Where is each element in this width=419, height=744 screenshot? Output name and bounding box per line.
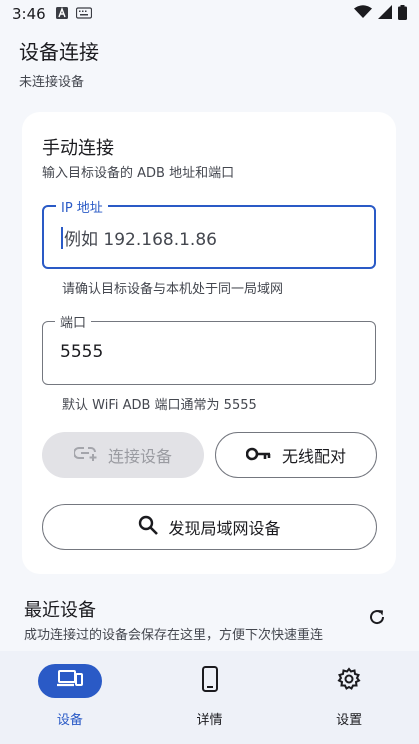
connect-device-button[interactable]: 连接设备	[42, 432, 204, 478]
status-time: 3:46	[12, 5, 46, 23]
ip-address-placeholder: 例如 192.168.1.86	[64, 230, 217, 250]
ip-address-label: IP 地址	[56, 197, 108, 216]
nav-devices-indicator	[37, 664, 102, 698]
nav-details-indicator	[178, 664, 242, 698]
manual-connect-card: 手动连接 输入目标设备的 ADB 地址和端口 IP 地址 例如 192.168.…	[22, 112, 396, 574]
recent-devices-title: 最近设备	[24, 600, 96, 621]
connection-status: 未连接设备	[19, 75, 85, 90]
nav-devices-label: 设备	[56, 713, 83, 728]
ip-address-field[interactable]: IP 地址 例如 192.168.1.86	[42, 197, 376, 269]
page-title: 设备连接	[19, 40, 99, 64]
nav-item-details[interactable]: 详情	[140, 651, 280, 744]
keyboard-icon	[75, 5, 92, 23]
recent-devices-description: 成功连接过的设备会保存在这里，方便下次快速重连	[24, 628, 324, 643]
devices-icon	[56, 669, 84, 693]
ip-address-helper: 请确认目标设备与本机处于同一局域网	[62, 282, 284, 297]
nav-item-settings[interactable]: 设置	[279, 651, 419, 744]
nav-item-devices[interactable]: 设备	[0, 651, 140, 744]
bottom-navigation: 设备 详情 设置	[0, 651, 419, 744]
nav-details-label: 详情	[196, 713, 223, 728]
key-icon	[245, 446, 272, 465]
nav-settings-indicator	[317, 664, 381, 698]
link-add-icon	[73, 445, 98, 465]
phone-icon	[201, 666, 218, 696]
discover-lan-devices-label: 发现局域网设备	[168, 519, 281, 538]
battery-icon	[398, 4, 407, 24]
port-field[interactable]: 端口 5555	[42, 312, 376, 385]
port-label: 端口	[55, 312, 92, 331]
notification-a-icon	[55, 5, 68, 23]
discover-lan-devices-button[interactable]: 发现局域网设备	[42, 504, 377, 550]
refresh-icon[interactable]	[366, 606, 388, 628]
port-input[interactable]: 5555	[60, 342, 103, 362]
port-helper: 默认 WiFi ADB 端口通常为 5555	[62, 398, 257, 413]
text-cursor	[61, 226, 63, 249]
manual-connect-description: 输入目标设备的 ADB 地址和端口	[42, 166, 235, 181]
connect-device-label: 连接设备	[107, 447, 172, 466]
page-header: 设备连接 未连接设备	[19, 36, 99, 90]
nav-settings-label: 设置	[336, 713, 363, 728]
status-bar: 3:46	[0, 0, 419, 28]
wireless-pair-button[interactable]: 无线配对	[215, 432, 377, 478]
search-icon	[138, 515, 159, 539]
wifi-icon	[354, 5, 372, 23]
wireless-pair-label: 无线配对	[281, 447, 346, 466]
manual-connect-title: 手动连接	[42, 138, 114, 159]
ip-address-input[interactable]: 例如 192.168.1.86	[61, 225, 217, 250]
cellular-signal-icon	[378, 5, 392, 23]
gear-icon	[337, 667, 361, 695]
